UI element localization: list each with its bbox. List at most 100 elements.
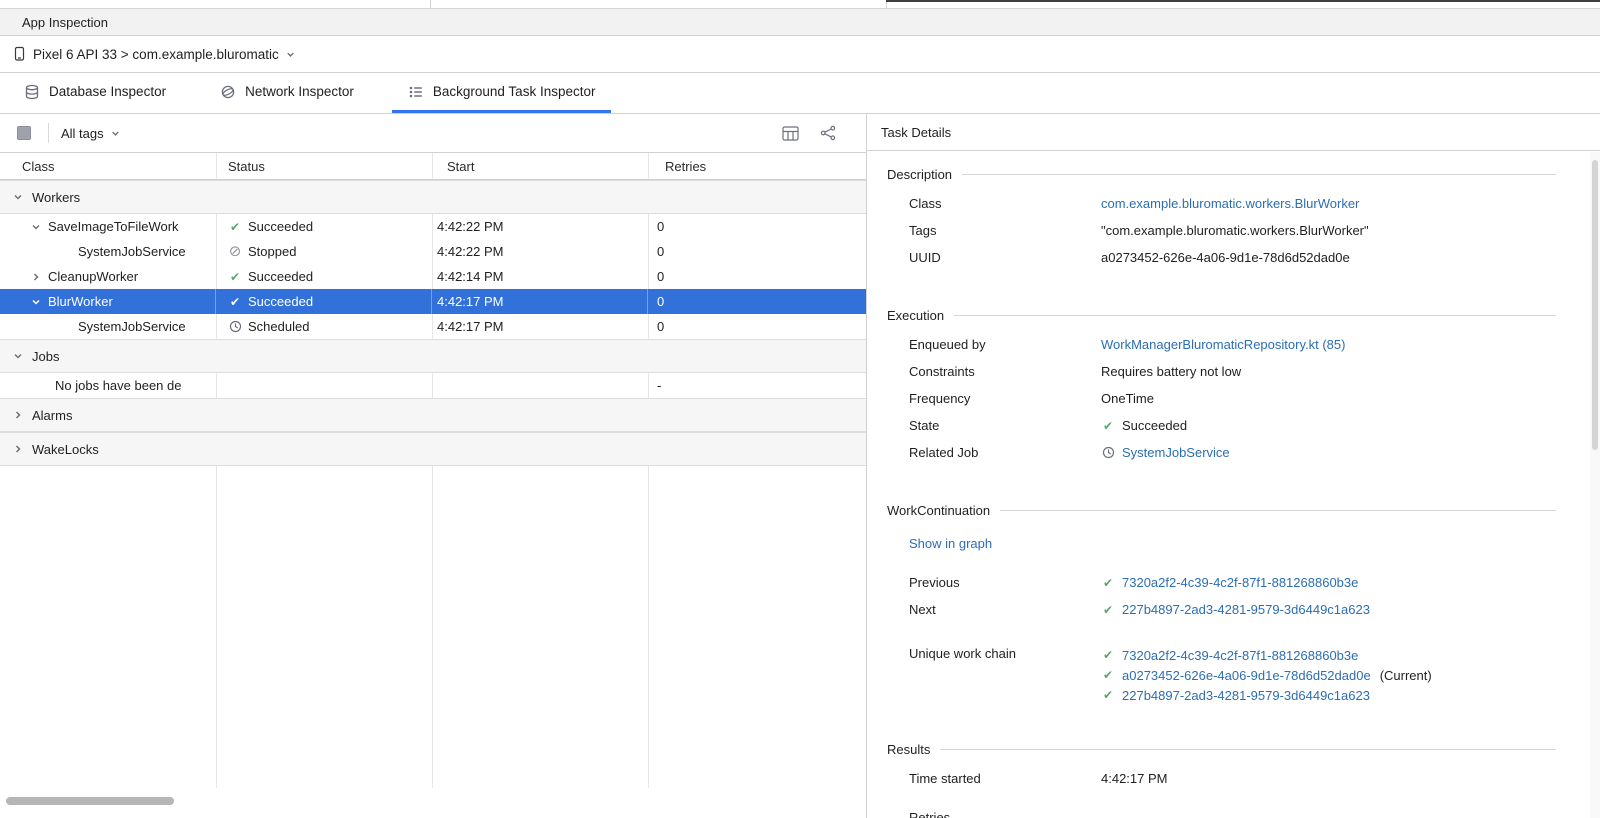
database-icon	[24, 84, 40, 100]
chevron-right-icon[interactable]	[30, 271, 42, 283]
group-row-jobs[interactable]: Jobs	[0, 339, 866, 373]
chevron-down-icon[interactable]	[30, 221, 42, 233]
divider	[886, 0, 1600, 2]
cell-status	[216, 373, 432, 398]
work-chain-item: ✔ 7320a2f2-4c39-4c2f-87f1-881268860b3e	[1101, 645, 1432, 665]
cell-status: ✔ Succeeded	[216, 264, 432, 289]
column-header-retries[interactable]: Retries	[648, 153, 866, 179]
detail-row-related-job: Related Job SystemJobService	[909, 439, 1556, 466]
succeeded-check-icon: ✔	[1101, 649, 1115, 661]
section-heading: WorkContinuation	[887, 503, 990, 518]
empty-jobs-message: No jobs have been de	[55, 378, 181, 393]
tab-database-inspector[interactable]: Database Inspector	[8, 73, 182, 113]
group-label: Jobs	[32, 349, 59, 364]
column-header-class[interactable]: Class	[0, 153, 216, 179]
detail-row-constraints: Constraints Requires battery not low	[909, 358, 1556, 385]
next-work-link[interactable]: 227b4897-2ad3-4281-9579-3d6449c1a623	[1122, 602, 1370, 617]
detail-label: Next	[909, 602, 1101, 617]
cell-class: CleanupWorker	[0, 264, 216, 289]
cell-start: 4:42:22 PM	[432, 239, 648, 264]
table-view-button[interactable]	[778, 121, 802, 145]
group-row-workers[interactable]: Workers	[0, 180, 866, 214]
retries-count: 0	[657, 294, 664, 309]
column-header-start[interactable]: Start	[432, 153, 648, 179]
app-inspection-header: App Inspection	[0, 8, 1600, 36]
succeeded-check-icon: ✔	[1101, 420, 1115, 432]
detail-row-time-started: Time started 4:42:17 PM	[909, 765, 1556, 792]
tab-label: Background Task Inspector	[433, 84, 596, 99]
detail-label: Previous	[909, 575, 1101, 590]
detail-row-previous: Previous ✔ 7320a2f2-4c39-4c2f-87f1-88126…	[909, 569, 1556, 596]
section-rule	[962, 174, 1556, 175]
detail-label: Related Job	[909, 445, 1101, 460]
work-chain-item-current: ✔ a0273452-626e-4a06-9d1e-78d6d52dad0e (…	[1101, 665, 1432, 685]
tab-network-inspector[interactable]: Network Inspector	[204, 73, 370, 113]
detail-row-unique-work-chain: Unique work chain ✔ 7320a2f2-4c39-4c2f-8…	[909, 645, 1556, 705]
worker-class-name: SystemJobService	[78, 319, 186, 334]
table-row-cleanupworker[interactable]: CleanupWorker ✔ Succeeded 4:42:14 PM 0	[0, 264, 866, 289]
task-details-header: Task Details	[867, 114, 1600, 151]
chevron-down-icon[interactable]	[12, 191, 24, 203]
cell-status: ⊘ Stopped	[216, 239, 432, 264]
chevron-right-icon[interactable]	[12, 409, 24, 421]
task-table-panel: All tags	[0, 114, 866, 818]
table-row-no-jobs[interactable]: No jobs have been de -	[0, 373, 866, 398]
network-globe-icon	[220, 84, 236, 100]
start-time: 4:42:14 PM	[437, 269, 504, 284]
table-row-systemjobservice-2[interactable]: SystemJobService Scheduled 4:42:17 PM 0	[0, 314, 866, 339]
related-job-link[interactable]: SystemJobService	[1122, 445, 1230, 460]
section-rule	[940, 749, 1556, 750]
table-row-systemjobservice-1[interactable]: SystemJobService ⊘ Stopped 4:42:22 PM 0	[0, 239, 866, 264]
section-rule	[1000, 510, 1556, 511]
section-heading: Results	[887, 742, 930, 757]
tab-background-task-inspector[interactable]: Background Task Inspector	[392, 73, 612, 113]
chain-work-link[interactable]: a0273452-626e-4a06-9d1e-78d6d52dad0e	[1122, 668, 1371, 683]
group-row-wakelocks[interactable]: WakeLocks	[0, 432, 866, 466]
table-toolbar: All tags	[0, 114, 866, 152]
enqueued-by-link[interactable]: WorkManagerBluromaticRepository.kt (85)	[1101, 337, 1345, 352]
chevron-right-icon[interactable]	[12, 443, 24, 455]
column-header-status[interactable]: Status	[216, 153, 432, 179]
stop-inspection-button[interactable]	[12, 121, 36, 145]
chain-work-link[interactable]: 7320a2f2-4c39-4c2f-87f1-881268860b3e	[1122, 648, 1358, 663]
cell-status: Scheduled	[216, 314, 432, 339]
cell-start: 4:42:22 PM	[432, 214, 648, 239]
app-inspection-window: App Inspection Pixel 6 API 33 > com.exam…	[0, 0, 1600, 818]
clock-icon	[228, 320, 242, 333]
horizontal-scrollbar[interactable]	[6, 797, 174, 805]
device-selector[interactable]: Pixel 6 API 33 > com.example.bluromatic	[12, 46, 296, 62]
group-label: WakeLocks	[32, 442, 99, 457]
detail-label: Enqueued by	[909, 337, 1101, 352]
detail-label: Tags	[909, 223, 1101, 238]
app-inspection-title: App Inspection	[22, 15, 108, 30]
group-row-alarms[interactable]: Alarms	[0, 398, 866, 432]
cell-retries: 0	[648, 264, 866, 289]
retries-count: -	[657, 378, 661, 393]
chain-work-link[interactable]: 227b4897-2ad3-4281-9579-3d6449c1a623	[1122, 688, 1370, 703]
section-results: Results	[887, 739, 1556, 759]
tags-value: "com.example.bluromatic.workers.BlurWork…	[1101, 223, 1369, 238]
vertical-scrollbar-thumb[interactable]	[1592, 160, 1598, 450]
cell-retries: 0	[648, 289, 866, 314]
tags-filter-dropdown[interactable]: All tags	[61, 126, 121, 141]
inspector-tabs: Database Inspector Network Inspector	[0, 73, 1600, 114]
stop-icon	[17, 126, 31, 140]
worker-class-link[interactable]: com.example.bluromatic.workers.BlurWorke…	[1101, 196, 1359, 211]
detail-row-class: Class com.example.bluromatic.workers.Blu…	[909, 190, 1556, 217]
time-started-value: 4:42:17 PM	[1101, 771, 1168, 786]
graph-view-button[interactable]	[816, 121, 840, 145]
constraints-value: Requires battery not low	[1101, 364, 1241, 379]
group-label: Workers	[32, 190, 80, 205]
table-row-blurworker-selected[interactable]: BlurWorker ✔ Succeeded 4:42:17 PM 0	[0, 289, 866, 314]
section-description: Description	[887, 164, 1556, 184]
cell-class: BlurWorker	[0, 289, 216, 314]
table-row-saveimagetofilework[interactable]: SaveImageToFileWork ✔ Succeeded 4:42:22 …	[0, 214, 866, 239]
previous-work-link[interactable]: 7320a2f2-4c39-4c2f-87f1-881268860b3e	[1122, 575, 1358, 590]
status-text: Stopped	[248, 244, 296, 259]
chevron-down-icon[interactable]	[12, 350, 24, 362]
worker-class-name: SystemJobService	[78, 244, 186, 259]
cell-retries: 0	[648, 314, 866, 339]
task-list-icon	[408, 84, 424, 100]
show-in-graph-link[interactable]: Show in graph	[909, 536, 992, 551]
chevron-down-icon[interactable]	[30, 296, 42, 308]
